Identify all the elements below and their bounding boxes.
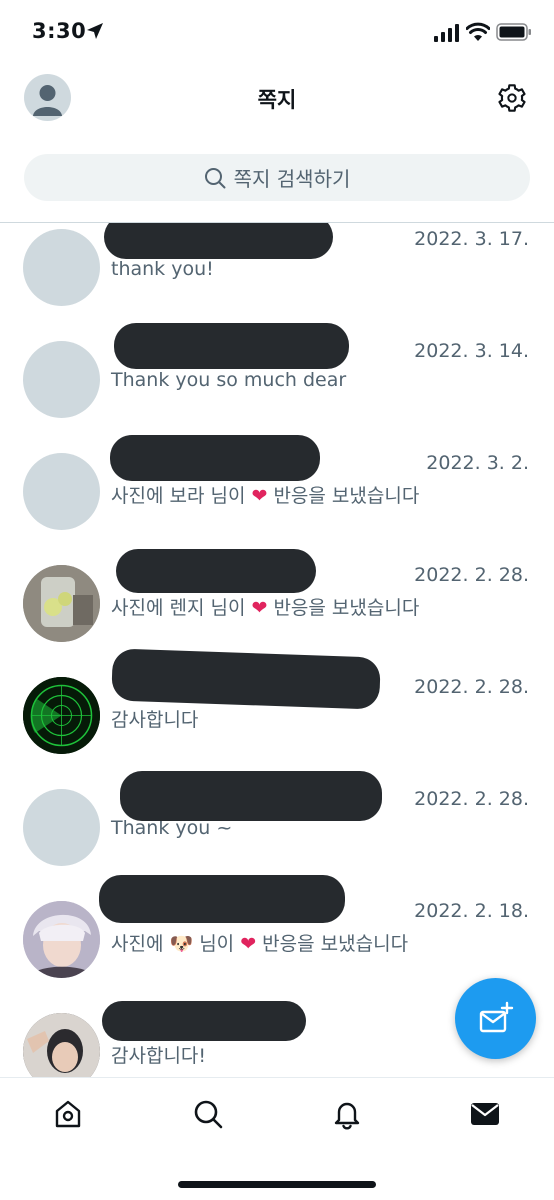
avatar-lemon-drink xyxy=(23,565,100,642)
search-input[interactable]: 쪽지 검색하기 xyxy=(24,154,530,201)
wifi-icon xyxy=(466,22,490,41)
conversation-date: 2022. 2. 28. xyxy=(414,788,529,810)
avatar xyxy=(23,341,100,418)
lemon-drink-image xyxy=(23,565,100,642)
conversation-preview: thank you! xyxy=(111,258,214,280)
bell-icon[interactable] xyxy=(331,1098,363,1130)
mail-icon[interactable] xyxy=(469,1098,501,1130)
preview-text: 사진에 렌지 님이 xyxy=(111,597,252,619)
heart-icon: ❤ xyxy=(240,933,257,955)
page-title: 쪽지 xyxy=(257,88,297,112)
home-indicator xyxy=(178,1181,376,1188)
heart-icon: ❤ xyxy=(251,597,268,619)
redacted-name xyxy=(110,435,320,481)
cellular-signal-icon xyxy=(434,24,459,42)
conversation-item[interactable]: 2022. 2. 28. 감사합니다 xyxy=(0,648,554,783)
conversation-item[interactable]: 2022. 3. 17. thank you! xyxy=(0,223,554,335)
gear-icon[interactable] xyxy=(496,82,528,114)
battery-icon xyxy=(496,23,531,41)
search-icon[interactable] xyxy=(192,1098,224,1130)
radar-image xyxy=(23,677,100,754)
avatar xyxy=(23,453,100,530)
conversation-preview: 사진에 🐶 님이 ❤ 반응을 보냈습니다 xyxy=(111,929,408,956)
status-bar: 3:30 xyxy=(0,0,554,66)
conversation-preview: Thank you so much dear xyxy=(111,369,347,391)
redacted-name xyxy=(116,549,316,593)
conversation-date: 2022. 2. 18. xyxy=(414,900,529,922)
conversation-date: 2022. 3. 17. xyxy=(414,228,529,250)
preview-text: 사진에 보라 님이 xyxy=(111,485,252,507)
status-time: 3:30 xyxy=(32,19,87,43)
location-arrow-icon xyxy=(87,23,103,39)
preview-text: 반응을 보냈습니다 xyxy=(267,597,420,619)
conversation-item[interactable]: 2022. 3. 2. 사진에 보라 님이 ❤ 반응을 보냈습니다 xyxy=(0,435,554,559)
header: 쪽지 xyxy=(0,66,554,152)
conversation-date: 2022. 3. 2. xyxy=(426,452,529,474)
person-photo xyxy=(23,901,100,978)
conversation-list: 2022. 3. 17. thank you! 2022. 3. 14. Tha… xyxy=(0,223,554,1077)
redacted-name xyxy=(111,648,381,710)
heart-icon: ❤ xyxy=(251,485,268,507)
redacted-name xyxy=(120,771,382,821)
redacted-name xyxy=(114,323,349,369)
conversation-preview: 감사합니다! xyxy=(111,1045,207,1067)
tab-bar xyxy=(0,1077,554,1200)
preview-text: 님이 xyxy=(193,933,241,955)
preview-text: 사진에 xyxy=(111,933,170,955)
search-placeholder: 쪽지 검색하기 xyxy=(233,167,351,191)
dog-emoji: 🐶 xyxy=(169,933,194,955)
avatar xyxy=(23,789,100,866)
search-icon xyxy=(204,167,226,188)
conversation-date: 2022. 2. 28. xyxy=(414,564,529,586)
conversation-item[interactable]: 2022. 3. 14. Thank you so much dear xyxy=(0,323,554,447)
home-icon[interactable] xyxy=(52,1098,84,1130)
redacted-name xyxy=(99,875,345,923)
avatar xyxy=(23,229,100,306)
avatar-person-2 xyxy=(23,1013,100,1077)
conversation-preview: 사진에 렌지 님이 ❤ 반응을 보냈습니다 xyxy=(111,593,419,620)
conversation-date: 2022. 2. 28. xyxy=(414,676,529,698)
redacted-name xyxy=(102,1001,306,1041)
conversation-preview: 감사합니다 xyxy=(111,709,199,731)
preview-text: 반응을 보냈습니다 xyxy=(256,933,409,955)
conversation-preview: 사진에 보라 님이 ❤ 반응을 보냈습니다 xyxy=(111,481,419,508)
preview-text: 반응을 보냈습니다 xyxy=(267,485,420,507)
redacted-name xyxy=(104,223,333,259)
new-message-icon xyxy=(479,1001,513,1032)
new-message-button[interactable] xyxy=(455,978,536,1059)
conversation-date: 2022. 3. 14. xyxy=(414,340,529,362)
person-photo xyxy=(23,1013,100,1077)
avatar-person xyxy=(23,901,100,978)
avatar-radar xyxy=(23,677,100,754)
